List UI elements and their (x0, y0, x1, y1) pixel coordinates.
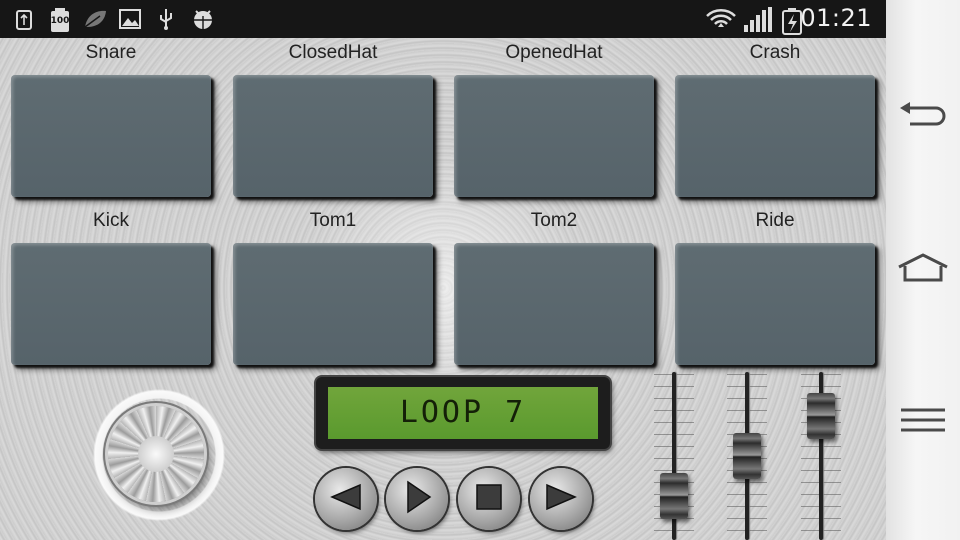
fader-2[interactable] (727, 372, 767, 540)
home-button[interactable] (894, 248, 952, 292)
home-icon (895, 252, 951, 288)
pad-closedhat[interactable] (233, 75, 433, 197)
battery-full-icon: 100 (48, 7, 72, 32)
lcd-display: LOOP 7 (328, 387, 598, 439)
leaf-icon (82, 7, 106, 31)
pad-ride[interactable] (675, 243, 875, 365)
fader-handle[interactable] (660, 472, 688, 519)
play-button[interactable] (386, 468, 448, 530)
fader-1[interactable] (654, 372, 694, 540)
battery-level-text: 100 (50, 16, 70, 26)
pad-label-crash: Crash (749, 42, 801, 63)
next-icon (543, 482, 579, 516)
fader-handle[interactable] (733, 433, 761, 479)
pad-label-tom2: Tom2 (530, 210, 578, 231)
pad-kick[interactable] (11, 243, 211, 365)
pad-label-ride: Ride (755, 210, 795, 231)
menu-icon (899, 407, 947, 437)
android-debug-icon (190, 7, 214, 31)
menu-button[interactable] (894, 400, 952, 444)
previous-button[interactable] (315, 468, 377, 530)
pad-tom1[interactable] (233, 243, 433, 365)
previous-icon (328, 482, 364, 516)
image-icon (118, 7, 142, 31)
pad-label-kick: Kick (93, 210, 129, 231)
volume-knob[interactable] (108, 406, 204, 502)
pad-openedhat[interactable] (454, 75, 654, 197)
clock: 01:21 (800, 4, 872, 32)
navigation-bar (886, 0, 960, 540)
fader-3[interactable] (801, 372, 841, 540)
pad-crash[interactable] (675, 75, 875, 197)
wifi-icon (704, 7, 738, 31)
usb-debug-icon (154, 7, 178, 31)
back-icon (896, 100, 950, 134)
knob-cap (138, 436, 174, 472)
next-button[interactable] (530, 468, 592, 530)
drum-pad-surface: Snare ClosedHat OpenedHat Crash Kick Tom… (0, 38, 886, 540)
pad-snare[interactable] (11, 75, 211, 197)
pad-label-closedhat: ClosedHat (288, 42, 378, 63)
pad-tom2[interactable] (454, 243, 654, 365)
usb-icon (12, 7, 36, 31)
stop-icon (474, 482, 504, 516)
back-button[interactable] (894, 95, 952, 139)
fader-handle[interactable] (807, 393, 835, 440)
status-bar: 100 01:21 (0, 0, 886, 38)
play-icon (402, 479, 432, 519)
stop-button[interactable] (458, 468, 520, 530)
signal-icon (743, 7, 773, 32)
lcd-display-frame: LOOP 7 (316, 377, 610, 449)
pad-label-snare: Snare (85, 42, 137, 63)
pad-label-tom1: Tom1 (309, 210, 357, 231)
pad-label-openedhat: OpenedHat (505, 42, 603, 63)
